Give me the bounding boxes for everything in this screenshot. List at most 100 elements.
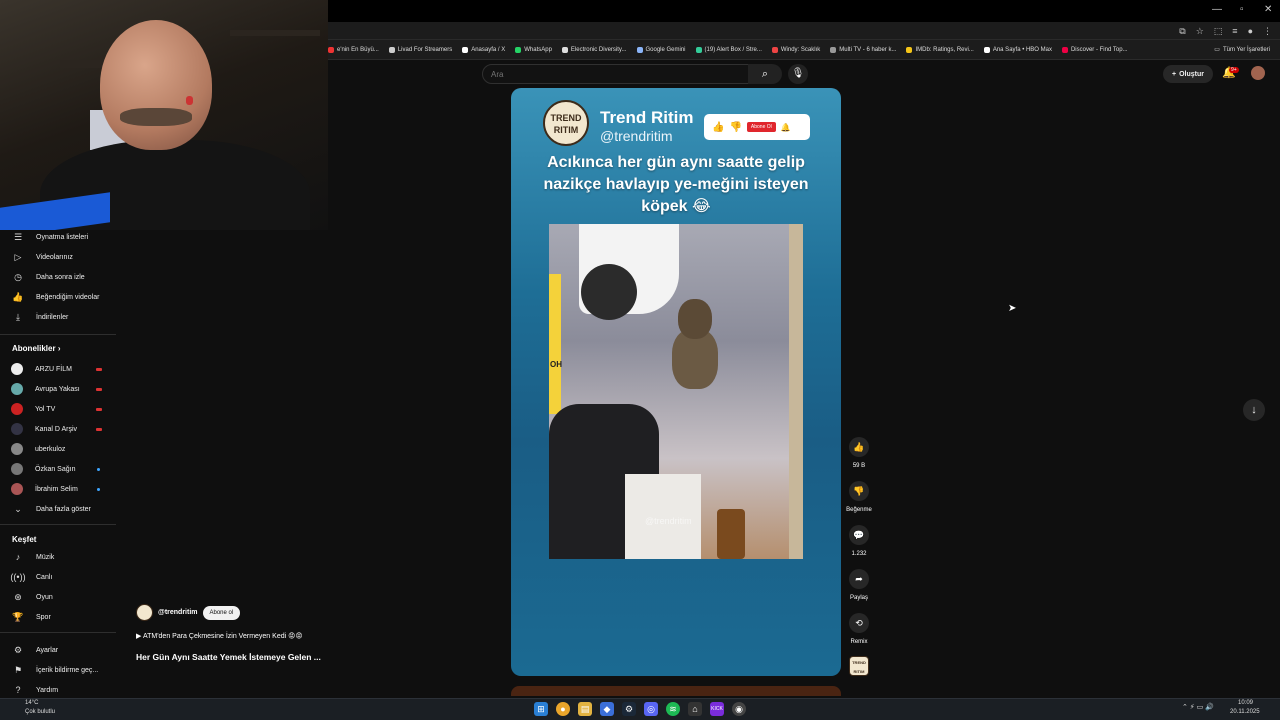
search-button[interactable]: ⌕ [748,64,782,84]
bookmark-item[interactable]: IMDb: Ratings, Revi... [906,46,974,53]
sidebar-item[interactable]: ⚙ Ayarlar [0,640,118,660]
steam-icon[interactable]: ⚙ [622,702,636,716]
sidebar-item-label: Yardım [36,686,59,694]
subscription-item[interactable]: Kanal D Arşiv [0,419,118,439]
channel-avatar[interactable] [136,604,153,621]
search-box[interactable] [482,64,778,84]
next-short-button[interactable]: ↓ [1243,399,1265,421]
sidebar-item[interactable]: ? Yardım [0,680,118,700]
sidebar-item[interactable]: ☰ Oynatma listeleri [0,227,118,247]
subscription-item[interactable]: Özkan Sağın [0,459,118,479]
app-icon-blue[interactable]: ◆ [600,702,614,716]
bookmark-favicon-icon [1061,46,1068,53]
close-icon[interactable]: ✕ [1264,4,1272,15]
subscription-item[interactable]: İbrahim Selim [0,479,118,499]
cast-icon[interactable]: ⧉ [1179,26,1185,37]
sidebar-item[interactable]: 🏆 Spor [0,607,118,627]
bookmark-favicon-icon [771,46,778,53]
bookmark-item[interactable]: e'nin En Büyü... [328,46,379,53]
bookmark-item[interactable]: Google Gemini [636,46,686,53]
subscription-item[interactable]: ARZU FİLM [0,359,118,379]
show-more-button[interactable]: ⌄ Daha fazla göster [0,499,118,519]
sidebar-item-label: Beğendiğim videolar [36,293,100,301]
create-button[interactable]: + Oluştur [1163,65,1213,83]
profile-icon[interactable]: ● [1248,26,1253,37]
discord-icon[interactable]: ◎ [644,702,658,716]
remix-button[interactable]: ⟲ Remix [848,613,870,645]
clock-time[interactable]: 10:09 [1238,700,1253,706]
subscription-item[interactable]: Avrupa Yakası [0,379,118,399]
sidebar-item[interactable]: ⚑ İçerik bildirme geç... [0,660,118,680]
live-indicator-icon [96,367,102,371]
subscription-item[interactable]: Yol TV [0,399,118,419]
dislike-button[interactable]: 👎 Beğenme [846,481,872,513]
bookmark-item[interactable]: Electronic Diversity... [561,46,627,53]
voice-search-button[interactable]: 🎙 [788,64,808,84]
minimize-icon[interactable]: — [1212,4,1222,15]
bookmark-item[interactable]: WhatsApp [515,46,552,53]
extensions-icon[interactable]: ⬚ [1214,26,1223,37]
share-button[interactable]: ➦ Paylaş [848,569,870,601]
channel-handle[interactable]: @trendritim [158,609,198,616]
chevron-down-icon: ⌄ [14,503,22,514]
sidebar-item[interactable]: ⊛ Oyun [0,587,118,607]
sidebar-item[interactable]: ▷ Videolarınız [0,247,118,267]
all-bookmarks-button[interactable]: ▭ Tüm Yer İşaretleri [1214,46,1270,54]
subscriptions-heading[interactable]: Abonelikler › [12,344,60,353]
sidebar-item[interactable]: ((•)) Canlı [0,567,118,587]
chrome-icon[interactable]: ● [556,702,570,716]
download-icon: ⤓ [16,311,20,322]
sidebar-item[interactable]: ♪ Müzik [0,547,118,567]
channel-thumbnail[interactable]: TREND RITIM [849,656,869,676]
subscription-label: ARZU FİLM [35,365,72,373]
next-short-preview[interactable] [511,686,841,696]
star-icon[interactable]: ☆ [1196,26,1204,37]
browser-toolbar-icons: ⧉ ☆ ⬚ ≡ ● ⋮ [1179,26,1272,37]
browser-tab-bar [328,22,1280,40]
sidebar-item[interactable]: 👍 Beğendiğim videolar [0,287,118,307]
search-input[interactable] [483,65,749,83]
bookmark-item[interactable]: Livad For Streamers [388,46,452,53]
windows-start-icon[interactable]: ⊞ [534,702,548,716]
wheel-image [581,264,637,320]
avatar[interactable] [1251,66,1265,80]
weather-temp[interactable]: 14°C [25,700,38,706]
avatar [11,403,23,415]
menu-icon[interactable]: ⋮ [1263,26,1272,37]
like-button[interactable]: 👍 59 B [848,437,870,469]
video-title[interactable]: Her Gün Aynı Saatte Yemek İstemeye Gelen… [136,652,321,662]
bookmark-item[interactable]: Discover - Find Top... [1061,46,1128,53]
share-icon: ➦ [849,569,869,589]
kick-icon[interactable]: KICK [710,702,724,716]
obs-icon[interactable]: ◉ [732,702,746,716]
bookmark-item[interactable]: Anasayfa / X [462,46,506,53]
bookmark-favicon-icon [636,46,643,53]
playlist-link[interactable]: ▶ ATM'den Para Çekmesine İzin Vermeyen K… [136,632,303,640]
weather-desc[interactable]: Çok bulutlu [25,709,55,715]
clock-date[interactable]: 20.11.2025 [1230,709,1260,715]
bookmark-label: Anasayfa / X [471,46,506,53]
subscription-item[interactable]: uberkuloz [0,439,118,459]
sidebar-item-label: Daha sonra izle [36,273,85,281]
shorts-player[interactable]: TREND RITIM Trend Ritim @trendritim 👍 👎 … [511,88,841,676]
tray-icons[interactable]: ⌃ ⚡ ▭ 🔊 [1182,703,1214,711]
bookmark-item[interactable]: Ana Sayfa • HBO Max [983,46,1052,53]
bookmark-item[interactable]: (19) Alert Box / Stre... [695,46,762,53]
subscribe-button[interactable]: Abone ol [202,605,241,620]
sidebar-item[interactable]: ⤓ İndirilenler [0,307,118,327]
bookmark-item[interactable]: Multi TV - 6 haber k... [830,46,896,53]
maximize-icon[interactable]: ▫ [1240,4,1244,15]
video-watermark: @trendritim [645,516,692,526]
file-explorer-icon[interactable]: ▤ [578,702,592,716]
door-frame [789,224,803,559]
media-icon[interactable]: ≡ [1232,26,1237,37]
sidebar-item[interactable]: ◷ Daha sonra izle [0,267,118,287]
live-indicator-icon [96,427,102,431]
app-icon-gray[interactable]: ⌂ [688,702,702,716]
comments-button[interactable]: 💬 1.232 [848,525,870,557]
avatar [11,363,23,375]
bookmark-item[interactable]: Windy: Scaklık [771,46,820,53]
sidebar-item-label: Müzik [36,553,55,561]
flag-icon: ⚑ [13,664,23,675]
spotify-icon[interactable]: ≋ [666,702,680,716]
